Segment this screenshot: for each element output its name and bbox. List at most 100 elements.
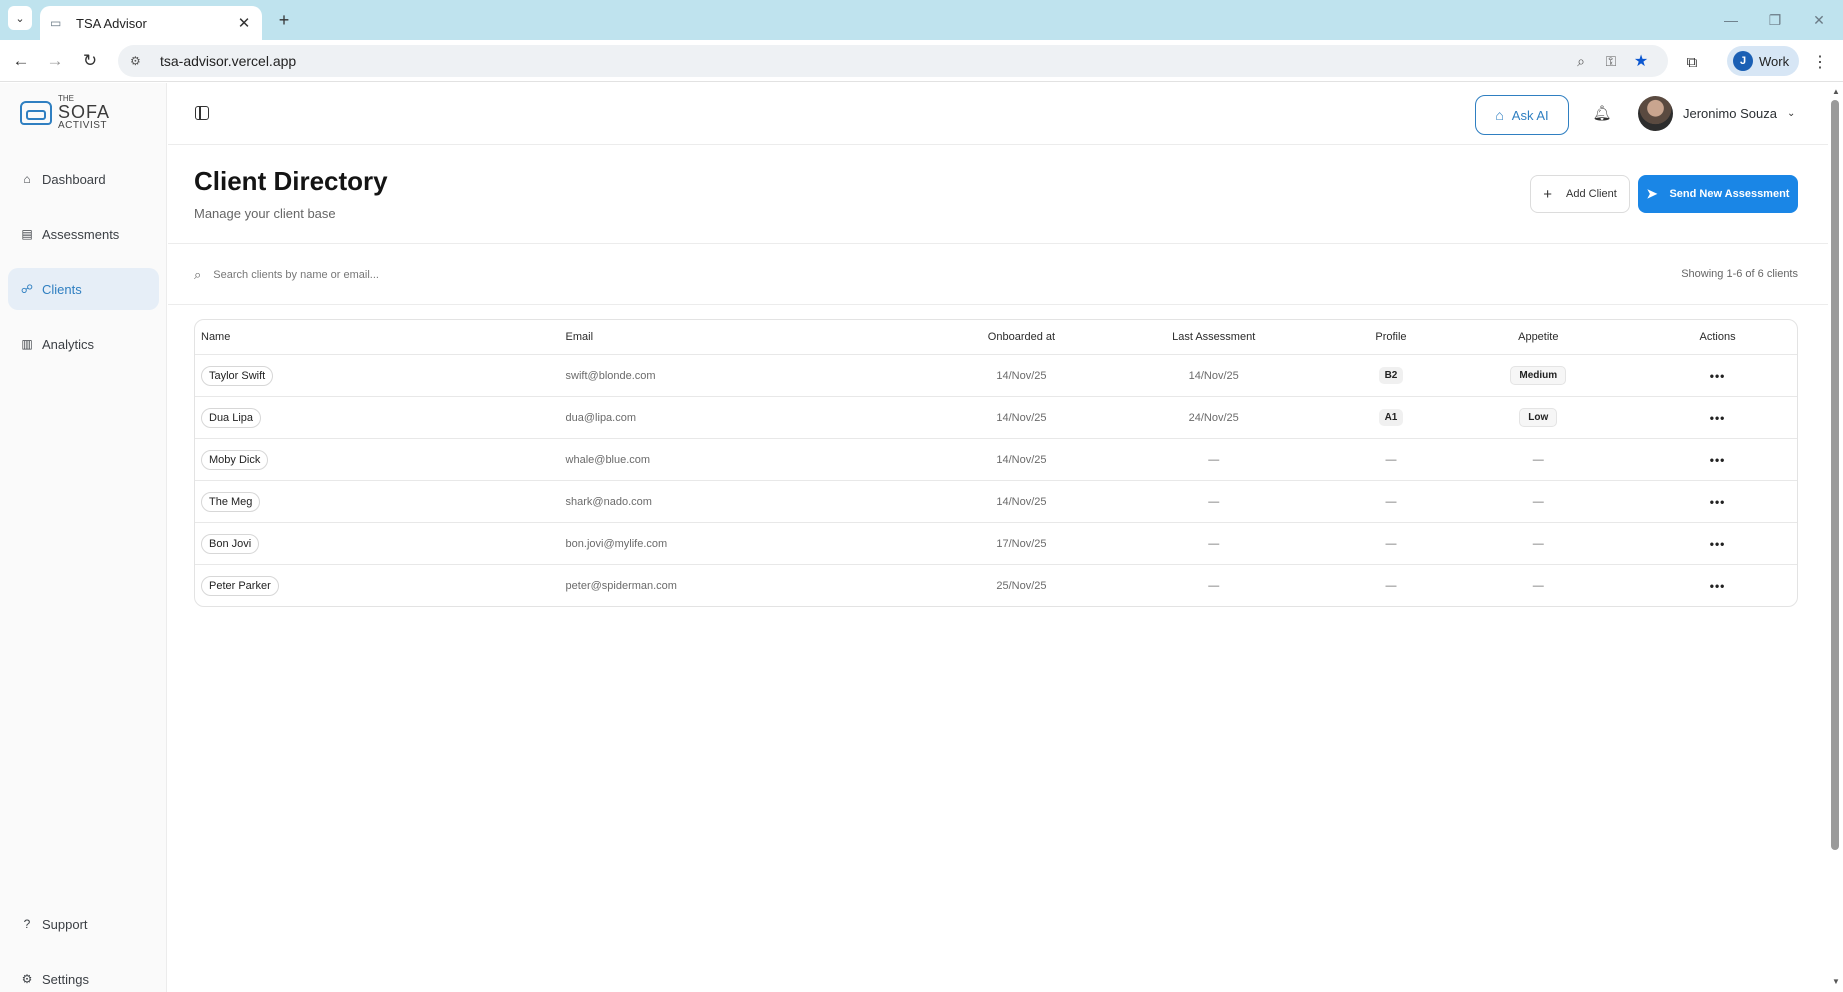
search-input[interactable]: ⌕ Search clients by name or email...	[194, 260, 994, 290]
extensions-puzzle-icon[interactable]: ⧉	[1680, 50, 1704, 74]
table-row[interactable]: Taylor Swift swift@blonde.com 14/Nov/25 …	[195, 354, 1797, 396]
sidebar-item-assessments[interactable]: ▤ Assessments	[8, 213, 159, 255]
restore-icon[interactable]: ❐	[1760, 8, 1790, 32]
sidebar-item-analytics[interactable]: ▥ Analytics	[8, 323, 159, 365]
sidebar-item-label: Settings	[42, 971, 89, 987]
ask-ai-button[interactable]: ⌂ Ask AI	[1475, 95, 1569, 135]
profile-empty: —	[1385, 453, 1397, 466]
table-row[interactable]: Bon Jovi bon.jovi@mylife.com 17/Nov/25 —…	[195, 522, 1797, 564]
main-content: ⌂ Ask AI 🔔︎ Jeronimo Souza ⌄ Client Dire…	[168, 83, 1828, 992]
appetite-empty: —	[1532, 453, 1544, 466]
minimize-icon[interactable]: —	[1716, 8, 1746, 32]
close-tab-icon[interactable]: ✕	[236, 14, 252, 32]
last-assessment-date: —	[1208, 453, 1220, 466]
client-name-chip[interactable]: Moby Dick	[201, 449, 269, 470]
sidebar-item-clients[interactable]: ☍ Clients	[8, 268, 159, 310]
sidebar: THE SOFA ACTIVIST ⌂ Dashboard ▤ Assessme…	[0, 83, 167, 992]
client-email: swift@blonde.com	[565, 369, 656, 382]
column-header-appetite[interactable]: Appetite	[1438, 331, 1638, 343]
send-new-assessment-button[interactable]: ➤ Send New Assessment	[1638, 175, 1798, 213]
column-header-email[interactable]: Email	[560, 331, 959, 343]
appetite-empty: —	[1532, 579, 1544, 592]
help-circle-icon: ?	[23, 917, 31, 931]
profile-label: Work	[1759, 53, 1790, 69]
user-menu[interactable]: Jeronimo Souza ⌄	[1638, 96, 1795, 131]
client-email: bon.jovi@mylife.com	[565, 537, 668, 550]
logo-sub: ACTIVIST	[58, 120, 108, 131]
browser-tabstrip: ⌄ ▭ TSA Advisor ✕ + — ❐ ✕	[0, 0, 1843, 40]
search-icon: ⌕	[194, 267, 202, 282]
appetite-badge: Medium	[1510, 366, 1567, 385]
address-bar[interactable]: ⚙ tsa-advisor.vercel.app ⌕ ⚿ ★	[118, 45, 1668, 77]
new-tab-plus-icon[interactable]: +	[272, 8, 296, 32]
more-actions-icon[interactable]: •••	[1710, 495, 1726, 509]
profile-badge: B2	[1378, 367, 1404, 384]
browser-toolbar: ← → ↻ ⚙ tsa-advisor.vercel.app ⌕ ⚿ ★ ⧉ J…	[0, 40, 1843, 82]
browser-menu-icon[interactable]: ⋮	[1808, 50, 1832, 74]
column-header-name[interactable]: Name	[195, 331, 560, 343]
last-assessment-date: —	[1208, 495, 1220, 508]
client-name-chip[interactable]: Taylor Swift	[201, 365, 274, 386]
client-name-chip[interactable]: The Meg	[201, 491, 261, 512]
profile-empty: —	[1385, 537, 1397, 550]
table-row[interactable]: Peter Parker peter@spiderman.com 25/Nov/…	[195, 564, 1797, 606]
profile-empty: —	[1385, 495, 1397, 508]
page-title: Client Directory	[194, 166, 388, 196]
bar-chart-icon: ▥	[21, 337, 33, 351]
column-header-profile[interactable]: Profile	[1344, 331, 1439, 343]
tab-search-chevron-icon[interactable]: ⌄	[8, 6, 32, 30]
scrollbar-thumb[interactable]	[1831, 100, 1839, 850]
page-subtitle: Manage your client base	[194, 206, 336, 221]
sidebar-item-label: Clients	[42, 281, 82, 297]
sidebar-item-dashboard[interactable]: ⌂ Dashboard	[8, 158, 159, 200]
column-header-last-assessment[interactable]: Last Assessment	[1084, 331, 1344, 343]
sidebar-item-label: Assessments	[42, 226, 120, 242]
zoom-icon[interactable]: ⌕	[1566, 53, 1596, 70]
results-count: Showing 1-6 of 6 clients	[1681, 268, 1798, 280]
browser-profile-button[interactable]: J Work	[1727, 46, 1799, 76]
sidebar-toggle-icon[interactable]	[195, 106, 209, 120]
more-actions-icon[interactable]: •••	[1710, 579, 1726, 593]
password-key-icon[interactable]: ⚿	[1596, 53, 1626, 70]
user-name: Jeronimo Souza	[1683, 106, 1777, 121]
onboarded-date: 14/Nov/25	[996, 495, 1047, 508]
scroll-down-arrow-icon[interactable]: ▼	[1831, 977, 1841, 987]
browser-tab[interactable]: ▭ TSA Advisor ✕	[40, 6, 262, 40]
sidebar-item-support[interactable]: ? Support	[8, 903, 159, 945]
table-row[interactable]: Dua Lipa dua@lipa.com 14/Nov/25 24/Nov/2…	[195, 396, 1797, 438]
site-settings-icon[interactable]: ⚙	[130, 54, 148, 68]
table-row[interactable]: The Meg shark@nado.com 14/Nov/25 — — — •…	[195, 480, 1797, 522]
top-bar: ⌂ Ask AI 🔔︎ Jeronimo Souza ⌄	[168, 83, 1828, 145]
more-actions-icon[interactable]: •••	[1710, 411, 1726, 425]
table-row[interactable]: Moby Dick whale@blue.com 14/Nov/25 — — —…	[195, 438, 1797, 480]
avatar	[1638, 96, 1673, 131]
search-placeholder[interactable]: Search clients by name or email...	[213, 269, 379, 281]
back-arrow-icon[interactable]: ←	[9, 49, 33, 73]
sidebar-item-settings[interactable]: ⚙ Settings	[8, 958, 159, 992]
client-name-chip[interactable]: Peter Parker	[201, 575, 279, 596]
appetite-empty: —	[1532, 537, 1544, 550]
forward-arrow-icon[interactable]: →	[43, 49, 67, 73]
home-icon: ⌂	[23, 172, 31, 186]
sofa-activist-logo[interactable]: THE SOFA ACTIVIST	[20, 95, 110, 131]
bookmark-star-icon[interactable]: ★	[1626, 51, 1656, 71]
column-header-onboarded[interactable]: Onboarded at	[959, 331, 1084, 343]
clients-table: Name Email Onboarded at Last Assessment …	[194, 319, 1798, 607]
client-name-chip[interactable]: Dua Lipa	[201, 407, 262, 428]
users-icon: ☍	[20, 282, 34, 296]
reload-icon[interactable]: ↻	[78, 49, 102, 73]
appetite-badge: Low	[1519, 408, 1558, 427]
bell-icon[interactable]: 🔔︎	[1592, 104, 1612, 124]
more-actions-icon[interactable]: •••	[1710, 537, 1726, 551]
scroll-up-arrow-icon[interactable]: ▲	[1831, 87, 1841, 97]
more-actions-icon[interactable]: •••	[1710, 369, 1726, 383]
more-actions-icon[interactable]: •••	[1710, 453, 1726, 467]
client-email: shark@nado.com	[565, 495, 652, 508]
client-email: dua@lipa.com	[565, 411, 637, 424]
close-window-icon[interactable]: ✕	[1804, 8, 1834, 32]
add-client-button[interactable]: + Add Client	[1530, 175, 1630, 213]
url-text[interactable]: tsa-advisor.vercel.app	[160, 53, 1566, 69]
client-name-chip[interactable]: Bon Jovi	[201, 533, 260, 554]
profile-badge: A1	[1378, 409, 1404, 426]
plus-icon: +	[1543, 185, 1552, 203]
